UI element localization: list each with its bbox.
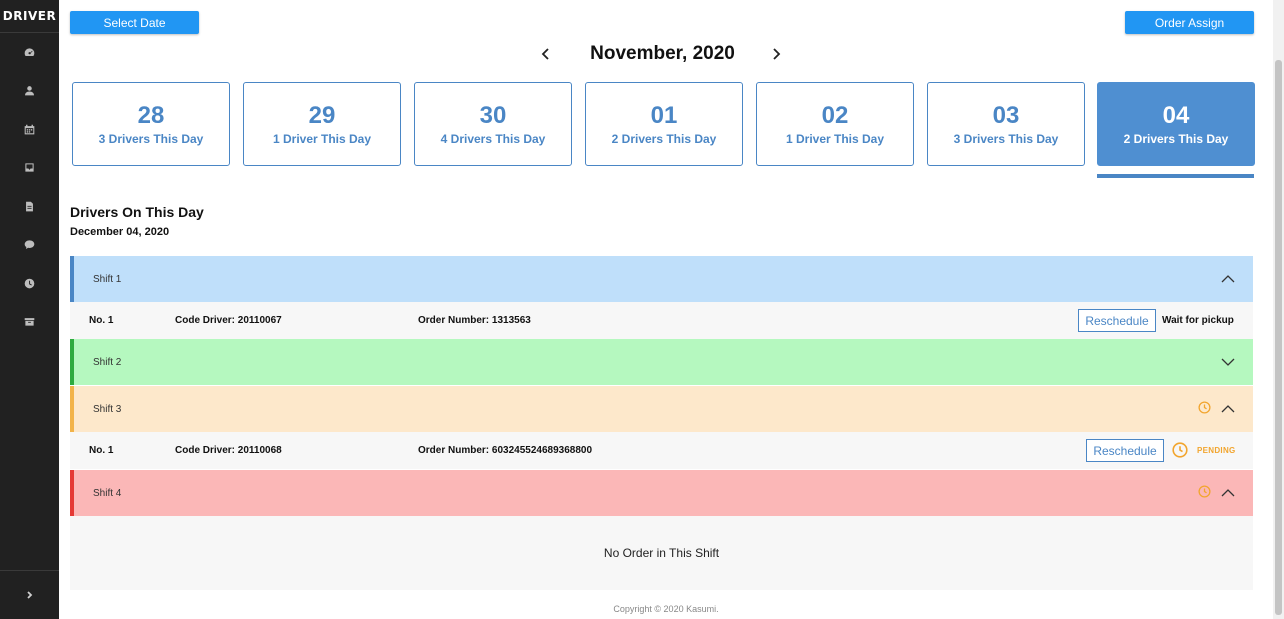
page-scrollbar[interactable] [1273,0,1284,619]
day-driver-count: 2 Drivers This Day [1123,131,1229,146]
shift-label: Shift 1 [93,273,122,285]
order-row: No. 1 Code Driver: 20110067 Order Number… [70,302,1253,339]
day-card[interactable]: 03 3 Drivers This Day [927,82,1085,166]
shift-header[interactable]: Shift 1 [70,256,1253,302]
section-date: December 04, 2020 [70,226,170,238]
order-status: PENDING [1197,446,1236,455]
code-driver: Code Driver: 20110068 [175,445,282,456]
shift-label: Shift 3 [93,403,122,415]
select-date-button[interactable]: Select Date [70,11,199,34]
order-row: No. 1 Code Driver: 20110068 Order Number… [70,432,1253,469]
clock-icon [1198,401,1211,414]
chevron-down-icon [1221,358,1235,366]
day-number: 04 [1162,101,1190,129]
day-number: 01 [650,101,678,129]
order-number: Order Number: 1313563 [418,315,531,326]
clock-icon [24,278,35,289]
inbox-icon [25,163,34,172]
day-number: 30 [479,101,507,129]
chevron-up-icon [1221,275,1235,283]
chevron-left-icon [541,48,549,60]
sidebar-item-calendar[interactable] [0,110,59,149]
day-driver-count: 1 Driver This Day [272,131,372,146]
sidebar-item-inbox[interactable] [0,149,59,188]
reschedule-button[interactable]: Reschedule [1078,309,1156,332]
day-card[interactable]: 28 3 Drivers This Day [72,82,230,166]
month-title: November, 2020 [590,43,735,64]
empty-shift-message: No Order in This Shift [70,516,1253,590]
day-card[interactable]: 30 4 Drivers This Day [414,82,572,166]
day-driver-count: 4 Drivers This Day [440,131,546,146]
footer-copyright: Copyright © 2020 Kasumi. [613,604,719,614]
main-content: Select Date Order Assign November, 2020 … [59,0,1273,619]
expand-button[interactable] [1221,356,1235,368]
sidebar-expand-button[interactable] [0,570,59,619]
shift-header[interactable]: Shift 2 [70,339,1253,385]
day-driver-count: 3 Drivers This Day [98,131,204,146]
shift-header[interactable]: Shift 4 [70,470,1253,516]
collapse-button[interactable] [1221,487,1235,499]
day-number: 29 [308,101,336,129]
archive-icon [24,318,35,326]
collapse-button[interactable] [1221,273,1235,285]
sidebar-item-dashboard[interactable] [0,33,59,72]
sidebar-item-archive[interactable] [0,303,59,342]
sidebar-item-messages[interactable] [0,226,59,265]
order-assign-button[interactable]: Order Assign [1125,11,1254,34]
chat-icon [24,240,35,250]
sidebar-item-history[interactable] [0,264,59,303]
next-month-button[interactable] [768,46,784,62]
chevron-up-icon [1221,405,1235,413]
day-card[interactable]: 01 2 Drivers This Day [585,82,743,166]
day-driver-count: 3 Drivers This Day [953,131,1059,146]
brand-logo: DRIVER [0,0,59,33]
dashboard-icon [24,48,35,56]
active-day-indicator [1097,174,1254,178]
order-no: No. 1 [89,315,114,326]
user-icon [25,86,34,96]
document-icon [26,201,33,212]
month-navigator: November, 2020 [59,40,1273,68]
day-number: 28 [137,101,165,129]
day-card[interactable]: 29 1 Driver This Day [243,82,401,166]
shift-label: Shift 4 [93,487,122,499]
chevron-up-icon [1221,489,1235,497]
chevron-right-icon [773,48,781,60]
sidebar-nav [0,33,59,341]
code-driver: Code Driver: 20110067 [175,315,282,326]
sidebar-item-users[interactable] [0,72,59,111]
shift-header[interactable]: Shift 3 [70,386,1253,432]
sidebar: DRIVER [0,0,59,619]
day-driver-count: 1 Driver This Day [785,131,885,146]
clock-icon [1198,485,1211,498]
order-number: Order Number: 603245524689368800 [418,445,593,456]
pending-clock-icon [1172,442,1188,458]
day-card[interactable]: 02 1 Driver This Day [756,82,914,166]
previous-month-button[interactable] [538,46,554,62]
day-driver-count: 2 Drivers This Day [611,131,717,146]
day-number: 02 [821,101,849,129]
scrollbar-thumb[interactable] [1275,60,1282,615]
order-status: Wait for pickup [1162,315,1234,326]
order-no: No. 1 [89,445,114,456]
shift-label: Shift 2 [93,356,122,368]
day-card-active[interactable]: 04 2 Drivers This Day [1097,82,1255,166]
chevron-right-icon [26,591,32,599]
section-title: Drivers On This Day [70,204,204,220]
reschedule-button[interactable]: Reschedule [1086,439,1164,462]
sidebar-item-documents[interactable] [0,187,59,226]
day-number: 03 [992,101,1020,129]
collapse-button[interactable] [1221,403,1235,415]
calendar-icon [24,124,35,135]
